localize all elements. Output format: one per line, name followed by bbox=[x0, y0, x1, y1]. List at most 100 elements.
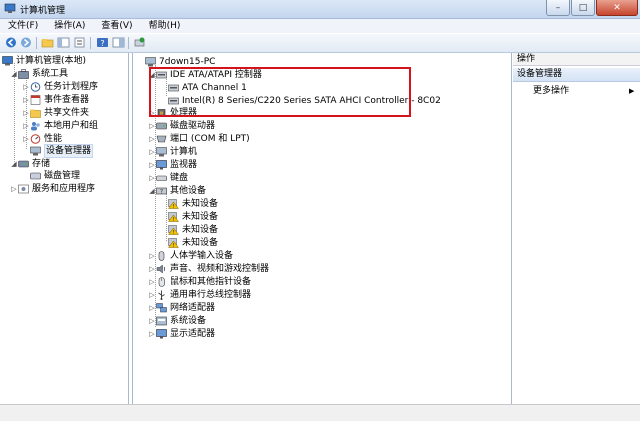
hid-icon bbox=[156, 251, 167, 261]
close-button[interactable]: ✕ bbox=[596, 0, 638, 16]
device-manager-icon bbox=[30, 146, 41, 156]
device-unknown[interactable]: ! 未知设备 bbox=[167, 224, 218, 236]
title-bar[interactable]: 计算机管理 – □ ✕ bbox=[0, 0, 640, 19]
show-hide-tree-icon[interactable] bbox=[56, 36, 70, 49]
maximize-button[interactable]: □ bbox=[571, 0, 595, 16]
device-category-hid[interactable]: ▷ 人体学输入设备 bbox=[148, 250, 233, 262]
tree-item-event-viewer[interactable]: ▷ 事件查看器 bbox=[22, 94, 89, 106]
expand-icon[interactable]: ▷ bbox=[148, 263, 156, 275]
device-category-sound[interactable]: ▷ 声音、视频和游戏控制器 bbox=[148, 263, 269, 275]
svg-text:!: ! bbox=[172, 243, 174, 248]
device-category-disk-drives[interactable]: ▷ 磁盘驱动器 bbox=[148, 120, 215, 132]
device-category-network[interactable]: ▷ 网络适配器 bbox=[148, 302, 215, 314]
collapse-icon[interactable]: ◢ bbox=[148, 185, 156, 197]
menu-action[interactable]: 操作(A) bbox=[46, 19, 93, 33]
tree-item-device-manager[interactable]: 设备管理器 bbox=[22, 144, 94, 158]
expand-icon[interactable]: ▷ bbox=[148, 289, 156, 301]
device-category-display[interactable]: ▷ 显示适配器 bbox=[148, 328, 215, 340]
disk-drive-icon bbox=[156, 121, 167, 131]
device-category-ports[interactable]: ▷ 端口 (COM 和 LPT) bbox=[148, 133, 249, 145]
menu-bar: 文件(F) 操作(A) 查看(V) 帮助(H) bbox=[0, 19, 640, 33]
usb-icon bbox=[156, 290, 167, 300]
toolbar: ? bbox=[0, 34, 640, 53]
help-icon[interactable]: ? bbox=[95, 36, 109, 49]
properties-icon[interactable] bbox=[72, 36, 86, 49]
actions-pane: 操作 设备管理器 更多操作 ▶ bbox=[513, 53, 640, 420]
toolbox-icon bbox=[18, 69, 29, 79]
navigation-tree: 计算机管理(本地) ◢ 系统工具 ▷ 任务计划程序 ▷ 事件查看器 ▷ 共享文件… bbox=[0, 53, 129, 420]
forward-icon[interactable] bbox=[19, 36, 33, 49]
device-category-usb[interactable]: ▷ 通用串行总线控制器 bbox=[148, 289, 251, 301]
device-unknown[interactable]: ! 未知设备 bbox=[167, 198, 218, 210]
shared-folder-icon bbox=[30, 108, 41, 118]
tree-item-task-scheduler[interactable]: ▷ 任务计划程序 bbox=[22, 81, 98, 93]
device-unknown[interactable]: ! 未知设备 bbox=[167, 211, 218, 223]
svg-text:!: ! bbox=[172, 204, 174, 209]
tree-item-storage[interactable]: ◢ 存储 bbox=[10, 158, 50, 170]
expand-icon[interactable]: ▷ bbox=[148, 276, 156, 288]
warning-device-icon: ! bbox=[167, 199, 180, 210]
window-title: 计算机管理 bbox=[20, 6, 66, 16]
warning-device-icon: ! bbox=[167, 238, 180, 249]
collapse-icon[interactable]: ◢ bbox=[10, 158, 18, 170]
expand-icon[interactable]: ▷ bbox=[148, 133, 156, 145]
device-category-keyboards[interactable]: ▷ 键盘 bbox=[148, 172, 188, 184]
device-category-mice[interactable]: ▷ 鼠标和其他指针设备 bbox=[148, 276, 251, 288]
expand-icon[interactable]: ▷ bbox=[148, 250, 156, 262]
actions-section-device-manager[interactable]: 设备管理器 bbox=[513, 68, 640, 82]
warning-device-icon: ! bbox=[167, 212, 180, 223]
back-icon[interactable] bbox=[4, 36, 18, 49]
tree-root[interactable]: 计算机管理(本地) bbox=[2, 55, 86, 67]
tree-item-disk-management[interactable]: 磁盘管理 bbox=[22, 170, 80, 182]
minimize-button[interactable]: – bbox=[546, 0, 570, 16]
status-bar bbox=[0, 404, 640, 421]
tree-item-local-users[interactable]: ▷ 本地用户和组 bbox=[22, 120, 98, 132]
highlight-box bbox=[149, 67, 411, 117]
expand-icon[interactable]: ▷ bbox=[22, 94, 30, 106]
device-category-computer[interactable]: ▷ 计算机 bbox=[148, 146, 197, 158]
services-icon bbox=[18, 184, 29, 194]
expand-icon[interactable]: ▷ bbox=[22, 120, 30, 132]
event-log-icon bbox=[30, 95, 41, 105]
update-driver-icon[interactable] bbox=[132, 36, 146, 49]
tree-item-system-tools[interactable]: ◢ 系统工具 bbox=[10, 68, 68, 80]
computer-icon bbox=[145, 57, 156, 67]
disk-icon bbox=[30, 171, 41, 181]
tree-item-shared-folders[interactable]: ▷ 共享文件夹 bbox=[22, 107, 89, 119]
device-category-system[interactable]: ▷ 系统设备 bbox=[148, 315, 206, 327]
device-unknown[interactable]: ! 未知设备 bbox=[167, 237, 218, 249]
chevron-right-icon: ▶ bbox=[629, 87, 635, 95]
monitor-icon bbox=[156, 160, 167, 170]
menu-view[interactable]: 查看(V) bbox=[93, 19, 140, 33]
svg-text:!: ! bbox=[172, 230, 174, 235]
menu-file[interactable]: 文件(F) bbox=[0, 19, 46, 33]
expand-icon[interactable]: ▷ bbox=[22, 81, 30, 93]
expand-icon[interactable]: ▷ bbox=[10, 183, 18, 195]
expand-icon[interactable]: ▷ bbox=[148, 328, 156, 340]
device-category-monitors[interactable]: ▷ 监视器 bbox=[148, 159, 197, 171]
computer-management-icon bbox=[2, 56, 13, 66]
expand-icon[interactable]: ▷ bbox=[22, 107, 30, 119]
other-devices-icon: ? bbox=[156, 186, 167, 196]
clock-icon bbox=[30, 82, 41, 92]
expand-icon[interactable]: ▷ bbox=[148, 302, 156, 314]
expand-icon[interactable]: ▷ bbox=[148, 315, 156, 327]
menu-help[interactable]: 帮助(H) bbox=[141, 19, 189, 33]
more-actions-link[interactable]: 更多操作 ▶ bbox=[533, 85, 634, 97]
tree-item-services-apps[interactable]: ▷ 服务和应用程序 bbox=[10, 183, 95, 195]
expand-icon[interactable]: ▷ bbox=[148, 146, 156, 158]
collapse-icon[interactable]: ◢ bbox=[10, 68, 18, 80]
expand-icon[interactable]: ▷ bbox=[148, 159, 156, 171]
users-icon bbox=[30, 121, 41, 131]
display-adapter-icon bbox=[156, 329, 167, 339]
device-category-other[interactable]: ◢ ? 其他设备 bbox=[148, 185, 206, 197]
speaker-icon bbox=[156, 264, 167, 274]
show-pane-icon[interactable] bbox=[111, 36, 125, 49]
svg-text:?: ? bbox=[160, 189, 163, 196]
actions-header: 操作 bbox=[513, 53, 640, 66]
svg-text:?: ? bbox=[100, 39, 104, 48]
expand-icon[interactable]: ▷ bbox=[148, 172, 156, 184]
up-folder-icon[interactable] bbox=[40, 36, 54, 49]
expand-icon[interactable]: ▷ bbox=[22, 133, 30, 145]
expand-icon[interactable]: ▷ bbox=[148, 120, 156, 132]
